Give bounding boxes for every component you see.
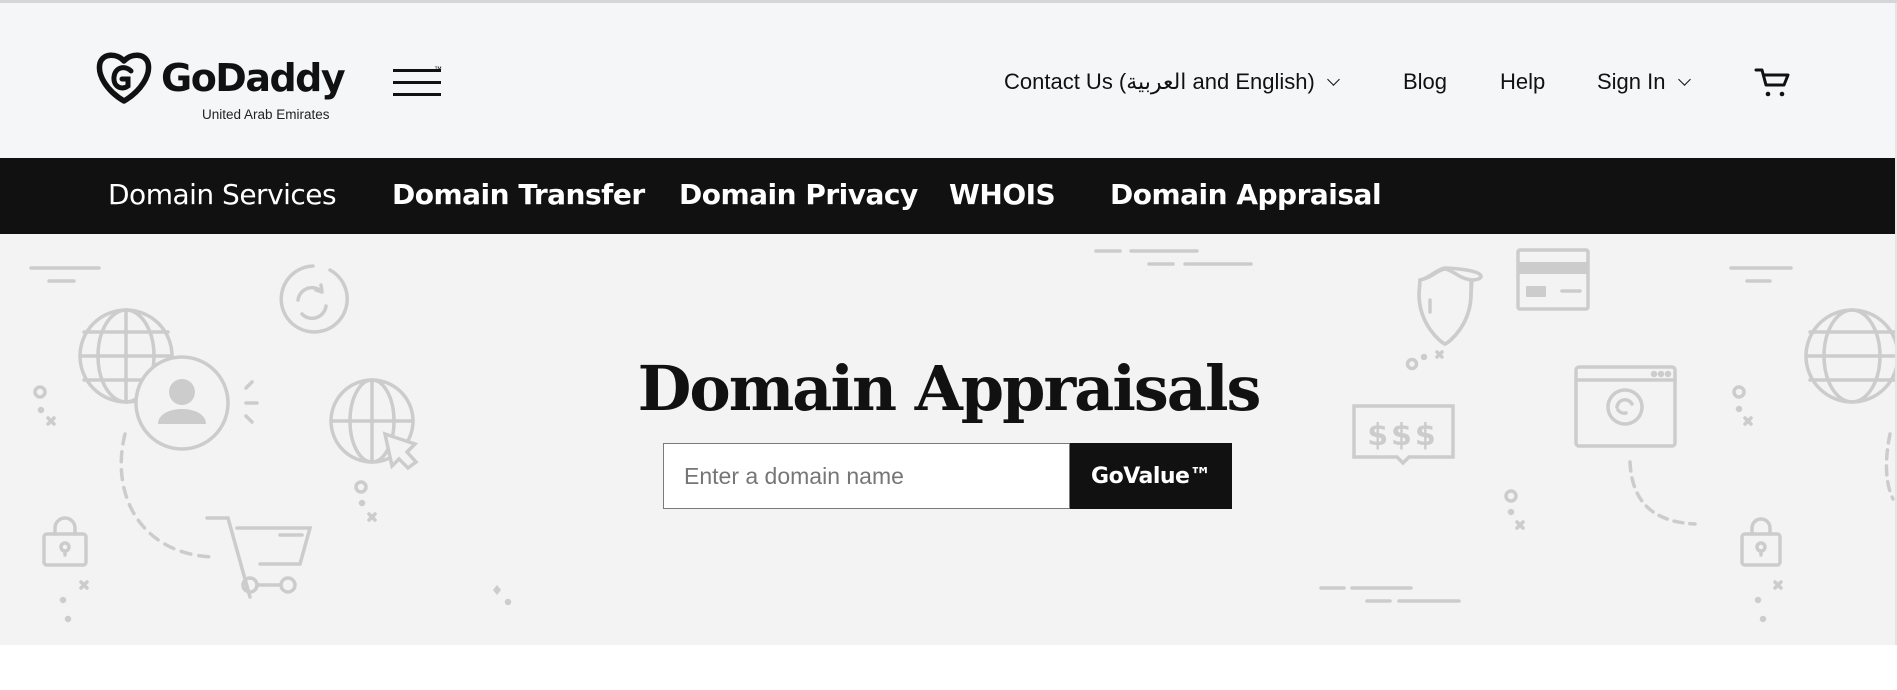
region-label: United Arab Emirates xyxy=(202,107,330,122)
lock-icon xyxy=(42,516,89,623)
hamburger-line xyxy=(393,93,441,96)
decor-lines-icon xyxy=(29,266,101,283)
nav-domain-privacy[interactable]: Domain Privacy xyxy=(679,178,918,211)
chevron-down-icon xyxy=(1677,72,1691,86)
decor-lines-icon xyxy=(1319,586,1461,603)
contact-us-label: Contact Us (العربية and English) xyxy=(1004,69,1315,94)
nav-domain-appraisal[interactable]: Domain Appraisal xyxy=(1110,178,1382,211)
domain-name-input[interactable] xyxy=(663,443,1070,509)
hero-illustration: $$$ xyxy=(29,248,1897,623)
nav-domain-services[interactable]: Domain Services xyxy=(108,178,337,211)
brand-name: GoDaddy xyxy=(161,56,346,100)
sign-in-label: Sign In xyxy=(1597,69,1666,94)
shopping-cart-icon xyxy=(205,516,313,599)
site-header: GoDaddy ™ United Arab Emirates Contact U… xyxy=(0,3,1897,158)
page-title: Domain Appraisals xyxy=(637,352,1262,425)
hero-section: $$$ Domain Appraisals Enter a domain nam… xyxy=(0,234,1897,645)
help-label: Help xyxy=(1500,69,1546,94)
domain-appraisal-search: GoValue™ xyxy=(663,443,1232,509)
decor-lines-icon xyxy=(1094,249,1253,266)
godaddy-logo[interactable]: GoDaddy ™ xyxy=(95,51,442,105)
blog-label: Blog xyxy=(1403,69,1448,94)
lock-icon xyxy=(1740,517,1783,623)
domain-nav-bar: Domain Services Domain Transfer Domain P… xyxy=(0,158,1897,234)
decor-lines-icon xyxy=(1729,266,1793,283)
cart-icon[interactable] xyxy=(1754,67,1790,99)
hamburger-line xyxy=(393,81,441,84)
chevron-down-icon xyxy=(1326,72,1340,86)
nav-whois[interactable]: WHOIS xyxy=(949,178,1056,211)
govalue-button[interactable]: GoValue™ xyxy=(1070,443,1232,509)
credit-card-icon xyxy=(1516,248,1590,311)
hamburger-icon xyxy=(393,69,441,72)
blog-link[interactable]: Blog xyxy=(1403,69,1447,95)
contact-us-dropdown[interactable]: Contact Us (العربية and English) xyxy=(1004,69,1340,95)
help-link[interactable]: Help xyxy=(1500,69,1545,95)
godaddy-logo-icon xyxy=(96,52,152,104)
nav-domain-transfer[interactable]: Domain Transfer xyxy=(392,178,645,211)
sync-circle-icon xyxy=(279,264,349,334)
sign-in-dropdown[interactable]: Sign In xyxy=(1597,69,1691,95)
menu-button[interactable] xyxy=(393,69,441,97)
